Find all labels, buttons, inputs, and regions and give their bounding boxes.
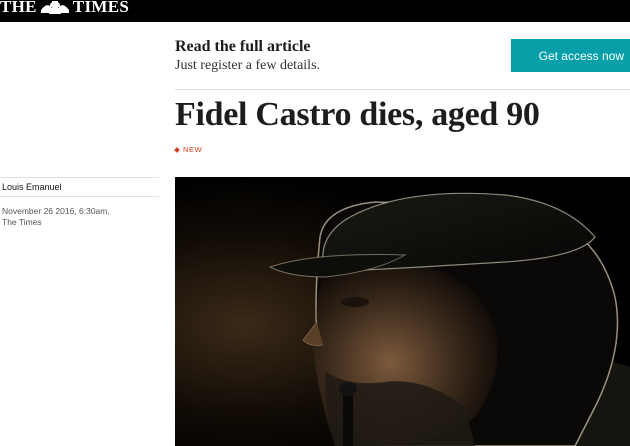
masthead-suffix: TIMES: [72, 0, 130, 16]
royal-crest-icon: [39, 0, 71, 16]
masthead-logo[interactable]: THE TIMES: [0, 0, 129, 17]
register-subheading: Just register a few details.: [175, 58, 321, 73]
byline-divider-bottom: [0, 196, 159, 197]
hero-photo: [175, 177, 630, 446]
article-headline: Fidel Castro dies, aged 90: [175, 96, 540, 133]
new-tag-label: NEW: [183, 145, 203, 154]
divider: [175, 89, 630, 90]
masthead-bar: THE TIMES: [0, 0, 630, 22]
register-heading: Read the full article: [175, 38, 311, 55]
dateline-publication: The Times: [2, 217, 42, 227]
author-link[interactable]: Louis Emanuel: [2, 182, 62, 192]
diamond-icon: [174, 146, 180, 153]
dateline-date: November 26 2016, 6:30am,: [2, 206, 110, 216]
dateline: November 26 2016, 6:30am, The Times: [2, 206, 152, 228]
get-access-button[interactable]: Get access now: [511, 39, 630, 72]
byline-divider-top: [0, 177, 159, 178]
masthead-prefix: THE: [0, 0, 37, 16]
new-tag: NEW: [174, 145, 203, 154]
hero-photo-illustration: [175, 177, 630, 446]
